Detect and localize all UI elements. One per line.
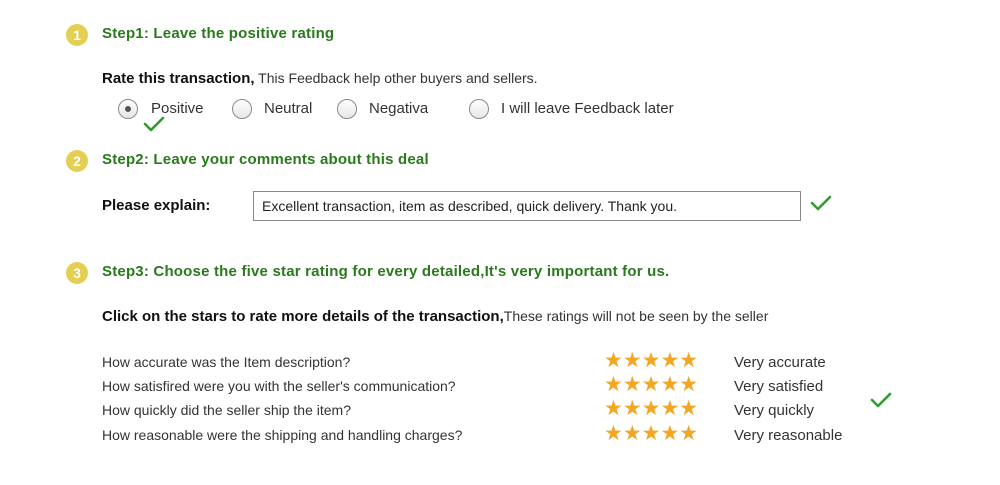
star-rating-charges[interactable]: ★★★★★ — [604, 423, 698, 445]
comment-input[interactable]: Excellent transaction, item as described… — [253, 191, 801, 221]
rating-question-charges: How reasonable were the shipping and han… — [102, 427, 463, 443]
radio-negative-label[interactable]: Negativa — [369, 100, 428, 117]
step1-title: Step1: Leave the positive rating — [102, 25, 335, 42]
rating-question-shipping-speed: How quickly did the seller ship the item… — [102, 402, 352, 418]
comment-checkmark-icon — [810, 195, 832, 211]
step1-prompt-bold: Rate this transaction, — [102, 70, 255, 87]
rating-label-charges: Very reasonable — [734, 427, 843, 444]
rating-label-shipping-speed: Very quickly — [734, 402, 815, 419]
rating-question-communication: How satisfired were you with the seller'… — [102, 378, 456, 394]
step2-title: Step2: Leave your comments about this de… — [102, 151, 429, 168]
step2-badge: 2 — [66, 150, 88, 172]
radio-later-label[interactable]: I will leave Feedback later — [501, 100, 674, 117]
star-rating-communication[interactable]: ★★★★★ — [604, 374, 698, 396]
radio-negative[interactable] — [337, 99, 357, 119]
explain-label: Please explain: — [102, 197, 211, 214]
radio-neutral-label[interactable]: Neutral — [264, 100, 312, 117]
step3-instructions: Click on the stars to rate more details … — [102, 308, 768, 326]
step3-badge: 3 — [66, 262, 88, 284]
rating-label-communication: Very satisfied — [734, 378, 824, 395]
star-rating-shipping-speed[interactable]: ★★★★★ — [604, 398, 698, 420]
step1-badge: 1 — [66, 24, 88, 46]
radio-later[interactable] — [469, 99, 489, 119]
radio-positive[interactable] — [118, 99, 138, 119]
step3-title: Step3: Choose the five star rating for e… — [102, 263, 670, 280]
ratings-checkmark-icon — [870, 392, 892, 408]
star-rating-accuracy[interactable]: ★★★★★ — [604, 350, 698, 372]
step3-instr-normal: These ratings will not be seen by the se… — [503, 308, 769, 324]
positive-checkmark-icon — [143, 116, 165, 132]
step1-prompt-normal: This Feedback help other buyers and sell… — [254, 70, 538, 86]
step3-instr-bold: Click on the stars to rate more details … — [102, 308, 504, 325]
rating-label-accuracy: Very accurate — [734, 354, 826, 371]
rating-question-accuracy: How accurate was the Item description? — [102, 354, 351, 370]
step1-prompt: Rate this transaction, This Feedback hel… — [102, 70, 538, 88]
radio-neutral[interactable] — [232, 99, 252, 119]
radio-positive-label[interactable]: Positive — [151, 100, 204, 117]
